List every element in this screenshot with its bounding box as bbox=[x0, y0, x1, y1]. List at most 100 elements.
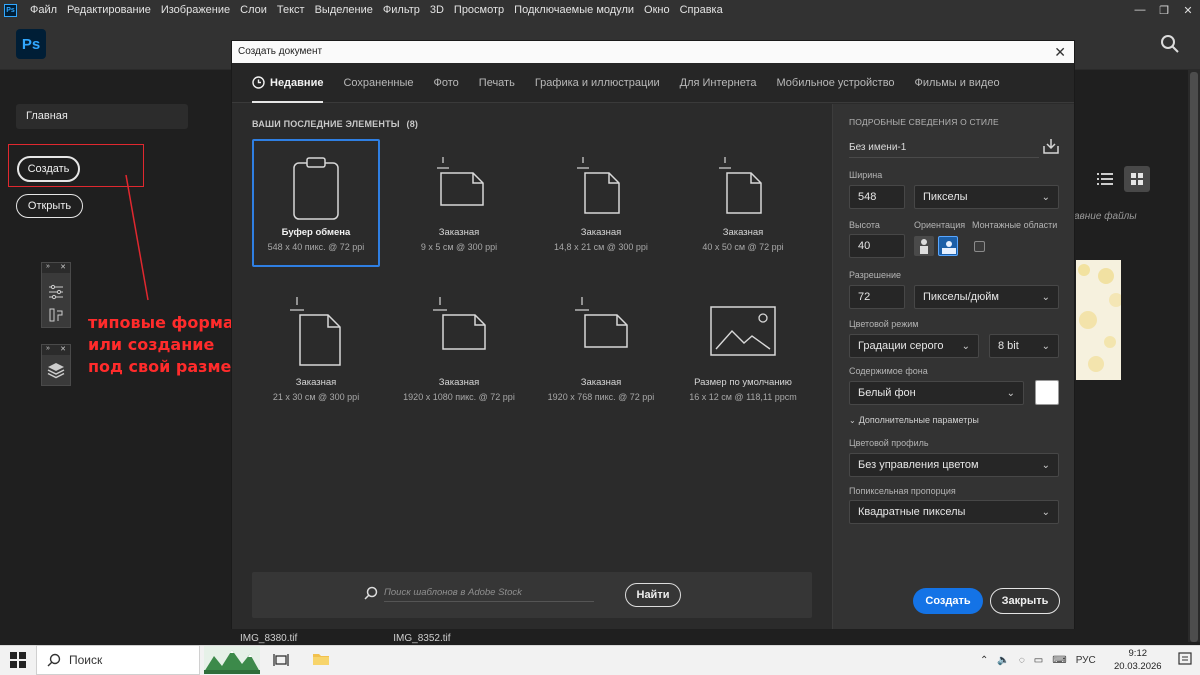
menu-item-type[interactable]: Текст bbox=[272, 4, 310, 16]
height-input[interactable]: 40 bbox=[849, 234, 905, 258]
menu-item-image[interactable]: Изображение bbox=[156, 4, 235, 16]
home-tab[interactable]: Главная bbox=[16, 104, 188, 129]
preset-size: 1920 x 1080 пикс. @ 72 ppi bbox=[403, 392, 515, 402]
dialog-title: Создать документ bbox=[238, 46, 323, 57]
advanced-options-toggle[interactable]: ⌄ Дополнительные параметры bbox=[849, 415, 979, 425]
resolution-unit-select[interactable]: Пикселы/дюйм ⌄ bbox=[914, 285, 1059, 309]
preset-card[interactable]: Заказная 40 x 50 см @ 72 ppi bbox=[679, 141, 807, 269]
bit-depth-select[interactable]: 8 bit ⌄ bbox=[989, 334, 1059, 358]
close-icon[interactable]: ✕ bbox=[60, 263, 66, 273]
adjustments-icon[interactable] bbox=[42, 273, 70, 327]
windows-start-icon[interactable] bbox=[10, 652, 26, 668]
volume-icon[interactable]: 🔈 bbox=[997, 655, 1009, 666]
save-preset-icon[interactable] bbox=[1042, 137, 1060, 155]
grid-view-button[interactable] bbox=[1124, 166, 1150, 192]
find-button[interactable]: Найти bbox=[625, 583, 681, 607]
menu-item-file[interactable]: Файл bbox=[25, 4, 62, 16]
preset-card[interactable]: Заказная 1920 x 1080 пикс. @ 72 ppi bbox=[395, 283, 523, 411]
tab-label: Недавние bbox=[270, 76, 324, 89]
preset-card[interactable]: Заказная 1920 x 768 пикс. @ 72 ppi bbox=[537, 283, 665, 411]
menu-item-help[interactable]: Справка bbox=[675, 4, 728, 16]
preset-card[interactable]: Заказная 21 x 30 см @ 300 ppi bbox=[252, 283, 380, 411]
tab-print[interactable]: Печать bbox=[479, 63, 515, 103]
portrait-orientation-button[interactable] bbox=[914, 236, 934, 256]
menu-item-plugins[interactable]: Подключаемые модули bbox=[509, 4, 639, 16]
stock-search-input[interactable]: Поиск шаблонов в Adobe Stock bbox=[384, 587, 594, 602]
artboards-checkbox[interactable] bbox=[974, 241, 985, 252]
battery-icon[interactable]: ▭ bbox=[1034, 655, 1043, 666]
color-mode-select[interactable]: Градации серого ⌄ bbox=[849, 334, 979, 358]
preset-name: Заказная bbox=[580, 377, 622, 388]
color-profile-value: Без управления цветом bbox=[858, 459, 979, 471]
search-highlight-mountains-icon[interactable] bbox=[204, 646, 260, 674]
resolution-input[interactable]: 72 bbox=[849, 285, 905, 309]
tab-recent[interactable]: Недавние bbox=[252, 63, 324, 103]
close-button[interactable]: Закрыть bbox=[990, 588, 1060, 614]
tab-web[interactable]: Для Интернета bbox=[680, 63, 757, 103]
layers-icon[interactable] bbox=[42, 355, 70, 385]
panel-header[interactable]: » ✕ bbox=[42, 263, 70, 273]
recent-file-thumbnail[interactable] bbox=[1076, 260, 1121, 380]
preset-size: 1920 x 768 пикс. @ 72 ppi bbox=[547, 392, 655, 402]
tab-art-illustration[interactable]: Графика и иллюстрации bbox=[535, 63, 660, 103]
language-indicator[interactable]: РУС bbox=[1076, 655, 1096, 666]
pixel-aspect-select[interactable]: Квадратные пикселы ⌄ bbox=[849, 500, 1059, 524]
restore-icon[interactable]: ❐ bbox=[1152, 0, 1176, 20]
close-window-icon[interactable]: ✕ bbox=[1176, 0, 1200, 20]
tab-saved[interactable]: Сохраненные bbox=[343, 63, 413, 103]
color-profile-select[interactable]: Без управления цветом ⌄ bbox=[849, 453, 1059, 477]
tab-mobile[interactable]: Мобильное устройство bbox=[777, 63, 895, 103]
panel-header[interactable]: » ✕ bbox=[42, 345, 70, 355]
tab-film-video[interactable]: Фильмы и видео bbox=[915, 63, 1000, 103]
color-mode-value: Градации серого bbox=[858, 340, 944, 352]
menu-item-edit[interactable]: Редактирование bbox=[62, 4, 156, 16]
clock-date: 20.03.2026 bbox=[1114, 661, 1162, 672]
list-view-icon[interactable] bbox=[1097, 172, 1113, 186]
menu-item-layers[interactable]: Слои bbox=[235, 4, 272, 16]
tab-photo[interactable]: Фото bbox=[434, 63, 459, 103]
taskbar-clock[interactable]: 9:12 20.03.2026 bbox=[1114, 647, 1162, 673]
scrollbar-thumb[interactable] bbox=[1190, 72, 1198, 642]
preset-card[interactable]: Заказная 9 x 5 см @ 300 ppi bbox=[395, 141, 523, 269]
preset-name: Заказная bbox=[438, 227, 480, 238]
menu-item-view[interactable]: Просмотр bbox=[449, 4, 509, 16]
expand-icon[interactable]: » bbox=[46, 345, 50, 355]
preset-card[interactable]: Заказная 14,8 x 21 см @ 300 ppi bbox=[537, 141, 665, 269]
width-input[interactable]: 548 bbox=[849, 185, 905, 209]
network-icon[interactable]: ◌ bbox=[1019, 655, 1025, 666]
file-explorer-icon[interactable] bbox=[312, 651, 330, 667]
menu-item-select[interactable]: Выделение bbox=[310, 4, 378, 16]
expand-icon[interactable]: » bbox=[46, 263, 50, 273]
menu-item-filter[interactable]: Фильтр bbox=[378, 4, 425, 16]
chevron-down-icon: ⌄ bbox=[961, 340, 970, 352]
chevron-up-icon[interactable]: ⌃ bbox=[980, 655, 988, 666]
task-view-icon[interactable] bbox=[273, 652, 289, 668]
menu-item-window[interactable]: Окно bbox=[639, 4, 675, 16]
recent-file-name[interactable]: IMG_8380.tif bbox=[240, 633, 297, 644]
minimize-icon[interactable]: — bbox=[1128, 0, 1152, 20]
grid-view-icon bbox=[1131, 173, 1143, 185]
background-color-swatch[interactable] bbox=[1035, 380, 1059, 405]
preset-card[interactable]: Размер по умолчанию 16 x 12 см @ 118,11 … bbox=[679, 283, 807, 411]
notifications-icon[interactable] bbox=[1177, 651, 1193, 667]
keyboard-icon[interactable]: ⌨ bbox=[1052, 655, 1066, 666]
collapsed-panel-layers: » ✕ bbox=[41, 344, 71, 386]
details-heading: ПОДРОБНЫЕ СВЕДЕНИЯ О СТИЛЕ bbox=[849, 117, 999, 127]
chevron-down-icon: ⌄ bbox=[1006, 387, 1015, 399]
recent-file-name[interactable]: IMG_8352.tif bbox=[393, 633, 450, 644]
open-button[interactable]: Открыть bbox=[16, 194, 83, 218]
clock-time: 9:12 bbox=[1128, 648, 1148, 659]
create-button[interactable]: Создать bbox=[913, 588, 983, 614]
background-select[interactable]: Белый фон ⌄ bbox=[849, 381, 1024, 405]
preset-name-field[interactable]: Без имени-1 bbox=[849, 142, 1039, 158]
preset-card[interactable]: Буфер обмена 548 x 40 пикс. @ 72 ppi bbox=[252, 139, 380, 267]
background-label: Содержимое фона bbox=[849, 366, 928, 376]
dialog-close-icon[interactable]: ✕ bbox=[1054, 44, 1066, 61]
close-icon[interactable]: ✕ bbox=[60, 345, 66, 355]
resolution-unit-value: Пикселы/дюйм bbox=[923, 291, 999, 303]
width-unit-select[interactable]: Пикселы ⌄ bbox=[914, 185, 1059, 209]
menu-item-3d[interactable]: 3D bbox=[425, 4, 449, 16]
landscape-orientation-button[interactable] bbox=[938, 236, 958, 256]
search-icon[interactable] bbox=[1160, 34, 1180, 54]
taskbar-search-box[interactable]: Поиск bbox=[36, 645, 200, 675]
